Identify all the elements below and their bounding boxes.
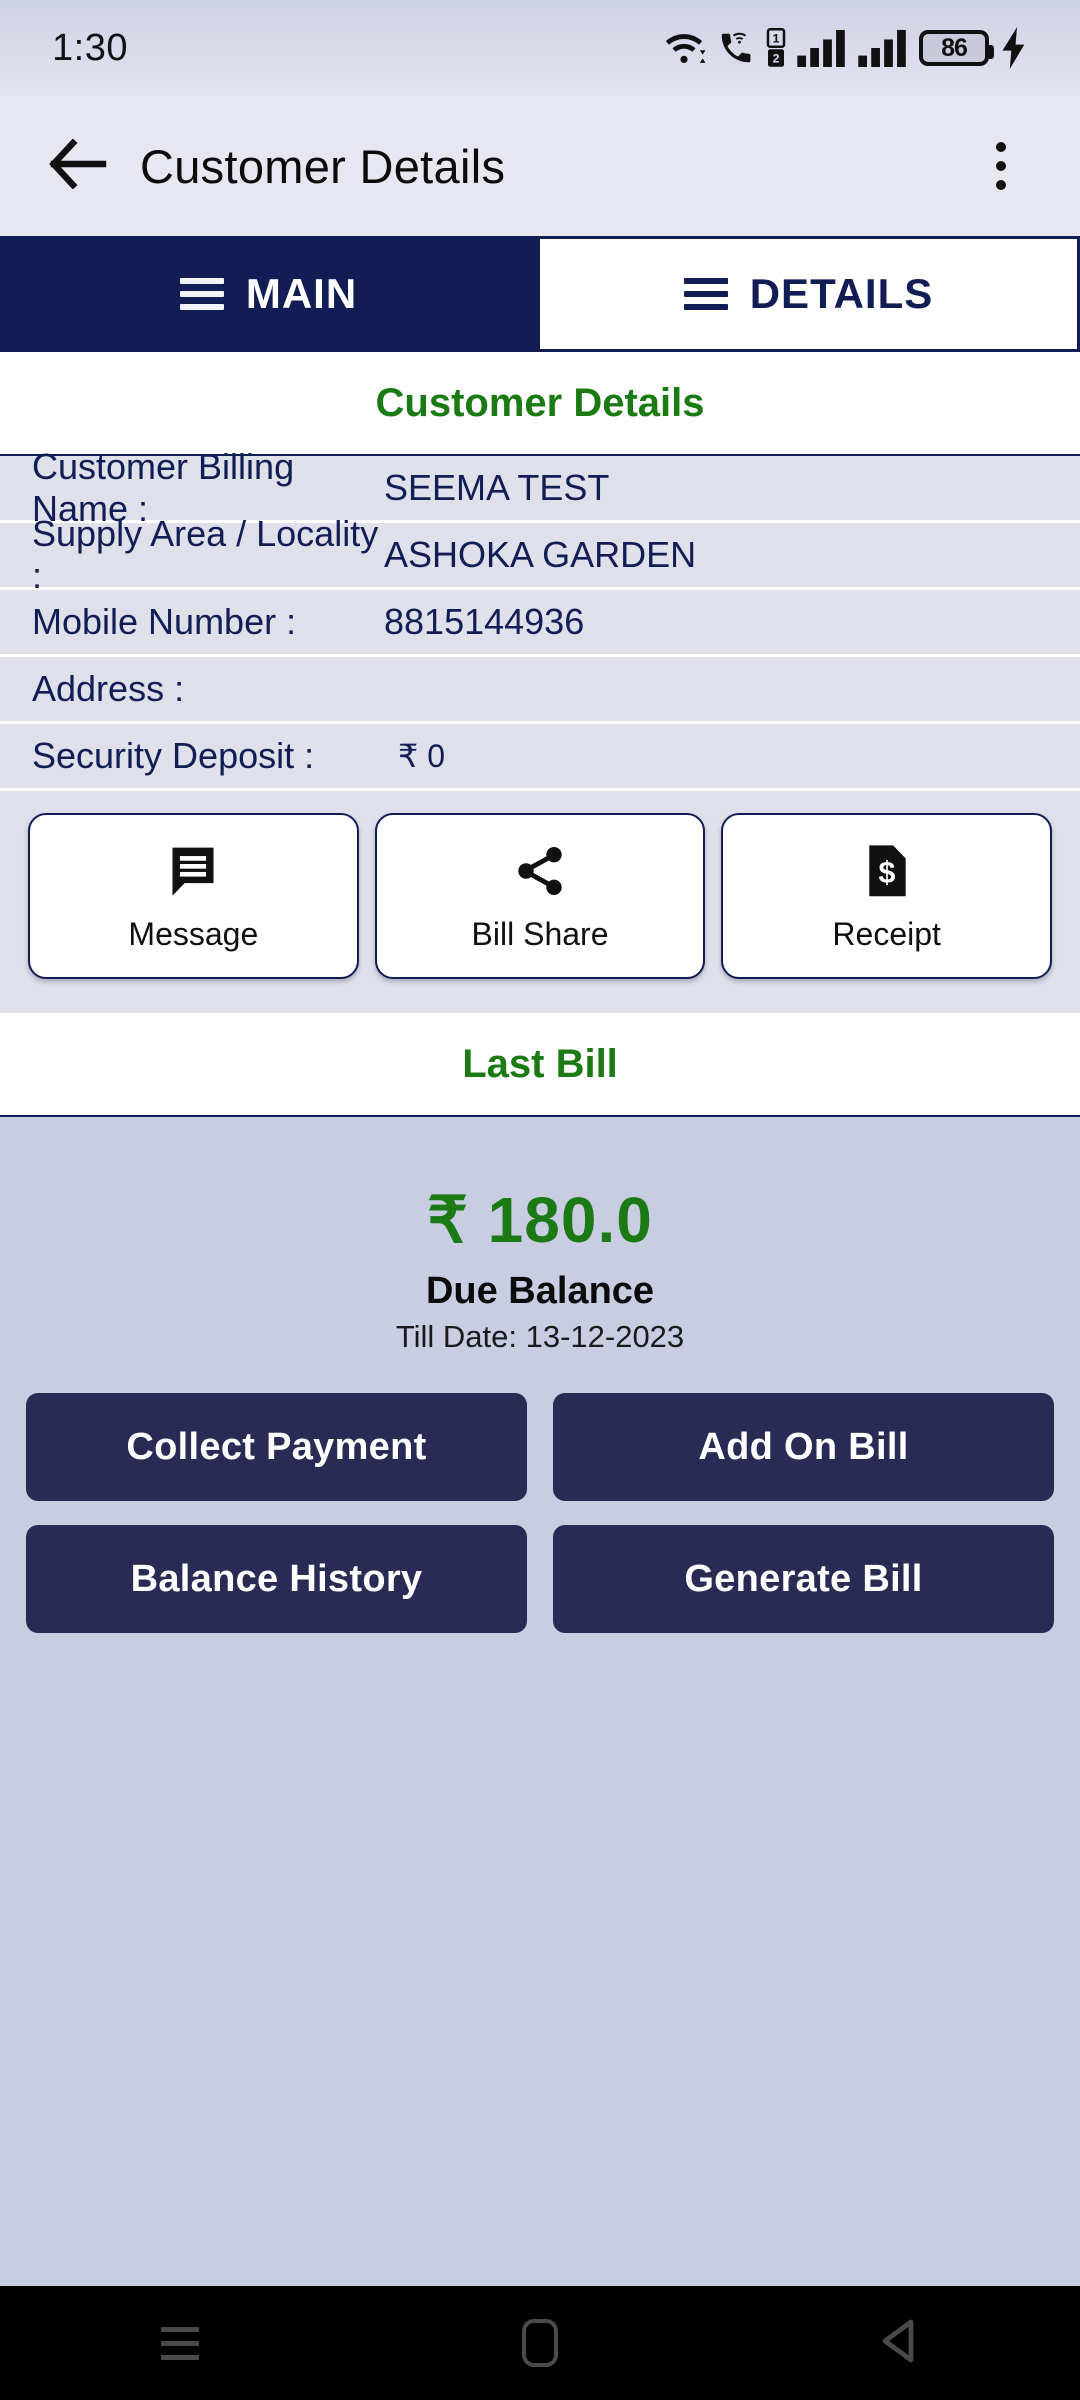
more-vertical-icon-dot — [996, 180, 1006, 190]
status-bar-icons: 1 2 86 — [662, 27, 1028, 69]
customer-details-table: Customer Billing Name : SEEMA TEST Suppl… — [0, 446, 1080, 1013]
last-bill-section: ₹ 180.0 Due Balance Till Date: 13-12-202… — [0, 1117, 1080, 2286]
hamburger-icon — [683, 278, 728, 310]
last-bill-heading: Last Bill — [462, 1041, 618, 1086]
battery-level-text: 86 — [941, 33, 968, 62]
last-bill-heading-band: Last Bill — [0, 1013, 1080, 1117]
charging-bolt-icon — [1000, 27, 1028, 69]
tab-bar: MAIN DETAILS — [0, 236, 1080, 352]
due-amount: ₹ 180.0 — [427, 1184, 653, 1256]
svg-text:2: 2 — [773, 51, 780, 65]
vowifi-call-icon — [717, 29, 755, 67]
bill-action-grid: Collect Payment Add On Bill Balance Hist… — [0, 1355, 1080, 1633]
row-label: Address : — [32, 668, 185, 709]
overflow-menu-button[interactable] — [964, 129, 1038, 203]
more-vertical-icon-dot — [996, 161, 1006, 171]
row-value: ASHOKA GARDEN — [384, 534, 697, 575]
generate-bill-button[interactable]: Generate Bill — [553, 1525, 1054, 1633]
hamburger-icon — [179, 278, 224, 310]
receipt-button-label: Receipt — [832, 915, 941, 952]
due-amount-block: ₹ 180.0 Due Balance Till Date: 13-12-202… — [0, 1117, 1080, 1355]
nav-back-button[interactable] — [720, 2318, 1080, 2369]
receipt-dollar-icon: $ — [862, 840, 912, 902]
till-date-label: Till Date: 13-12-2023 — [395, 1319, 685, 1354]
android-nav-bar — [0, 2286, 1080, 2400]
signal-bars-sim1-icon — [797, 29, 847, 67]
battery-icon: 86 — [919, 30, 994, 66]
phone-screen: 1:30 1 2 86 Customer Details MAIN DETAIL… — [0, 0, 1080, 2400]
bill-share-button[interactable]: Bill Share — [374, 813, 706, 979]
tab-details-label: DETAILS — [749, 270, 934, 317]
add-on-bill-button[interactable]: Add On Bill — [553, 1393, 1054, 1501]
table-row: Security Deposit : ₹ 0 — [0, 724, 1080, 791]
table-row: Address : — [0, 657, 1080, 724]
back-button[interactable] — [42, 129, 116, 203]
customer-details-heading: Customer Details — [375, 380, 705, 425]
table-row: Supply Area / Locality : ASHOKA GARDEN — [0, 513, 1080, 596]
collect-payment-button[interactable]: Collect Payment — [26, 1393, 527, 1501]
row-value: 8815144936 — [384, 601, 585, 642]
page-title: Customer Details — [140, 139, 506, 193]
recents-icon — [161, 2326, 199, 2360]
balance-history-button[interactable]: Balance History — [26, 1525, 527, 1633]
svg-text:1: 1 — [773, 31, 780, 45]
message-button[interactable]: Message — [28, 813, 359, 979]
customer-details-heading-band: Customer Details — [0, 352, 1080, 456]
back-arrow-icon — [48, 137, 110, 194]
svg-text:$: $ — [878, 856, 895, 889]
back-triangle-icon — [879, 2318, 921, 2369]
receipt-button[interactable]: $ Receipt — [721, 813, 1053, 979]
row-label: Supply Area / Locality : — [32, 513, 379, 596]
due-balance-label: Due Balance — [425, 1270, 655, 1312]
status-bar-clock: 1:30 — [52, 26, 128, 69]
message-button-label: Message — [128, 915, 259, 952]
row-label: Security Deposit : — [32, 735, 315, 776]
share-icon — [512, 840, 568, 902]
recents-button[interactable] — [0, 2326, 360, 2360]
row-value: ₹ 0 — [398, 738, 446, 774]
wifi-icon — [662, 29, 706, 67]
row-label: Mobile Number : — [32, 601, 297, 642]
home-button[interactable] — [360, 2319, 720, 2367]
tab-details[interactable]: DETAILS — [537, 236, 1080, 352]
bill-share-button-label: Bill Share — [471, 915, 609, 952]
home-icon — [522, 2319, 558, 2367]
message-bubble-icon — [165, 840, 221, 902]
signal-bars-sim2-icon — [858, 29, 908, 67]
row-value: SEEMA TEST — [384, 467, 610, 508]
status-bar: 1:30 1 2 86 — [0, 0, 1080, 96]
tab-main-label: MAIN — [245, 270, 358, 317]
dual-sim-indicator: 1 2 — [766, 28, 786, 68]
tab-main[interactable]: MAIN — [0, 236, 537, 352]
more-vertical-icon-dot — [996, 142, 1006, 152]
action-card-row: Message Bill Share $ Receipt — [0, 791, 1080, 1013]
app-bar: Customer Details — [0, 96, 1080, 236]
table-row: Mobile Number : 8815144936 — [0, 590, 1080, 657]
